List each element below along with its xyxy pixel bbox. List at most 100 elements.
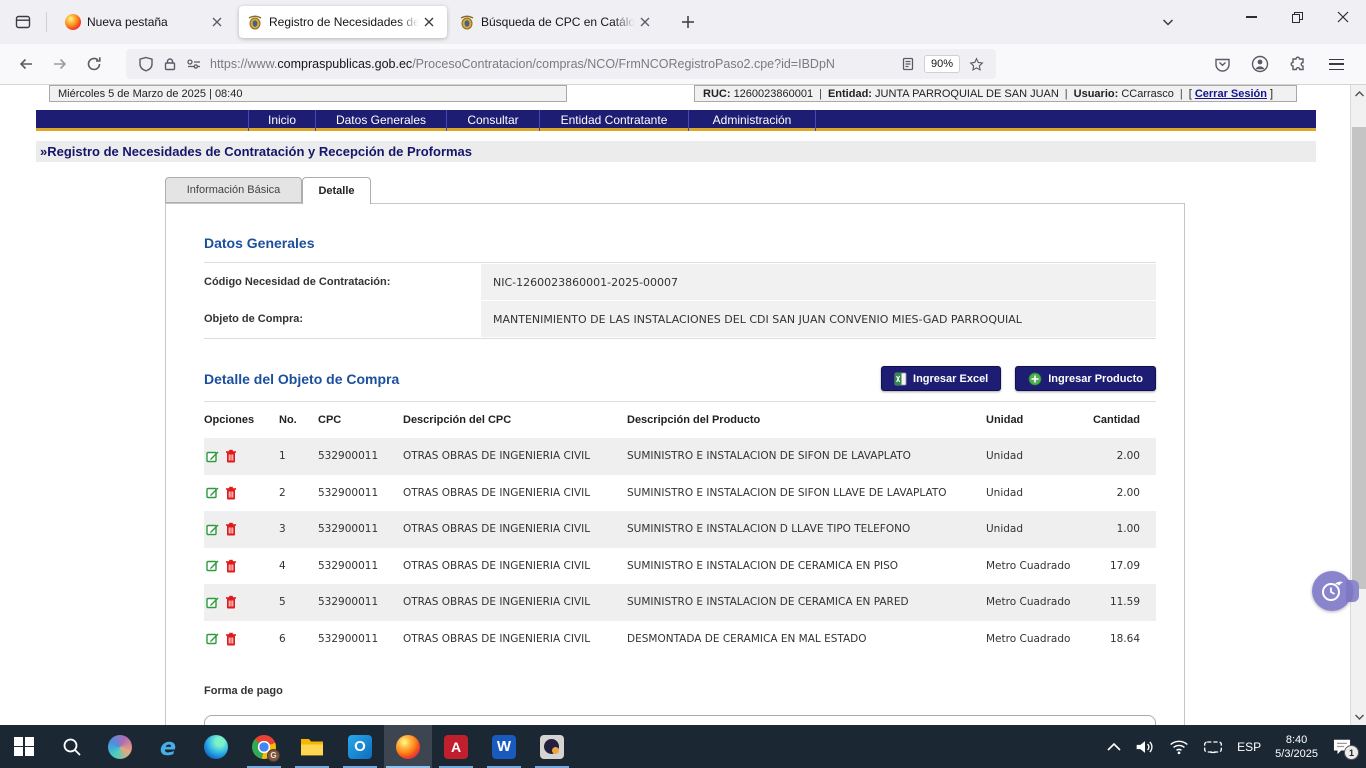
- browser-tab-bar: Nueva pestaña Registro de Necesidades de…: [0, 0, 1366, 44]
- url-path: /ProcesoContratacion/compras/NCO/FrmNCOR…: [412, 57, 835, 71]
- logout-link[interactable]: Cerrar Sesión: [1195, 88, 1267, 100]
- site-datetime: Miércoles 5 de Marzo de 2025 | 08:40: [58, 88, 242, 100]
- separator: |: [1065, 88, 1068, 100]
- cell-qty: 18.64: [1086, 633, 1156, 645]
- scrollbar-thumb[interactable]: [1352, 127, 1366, 589]
- speaker-icon[interactable]: [1135, 739, 1155, 755]
- search-icon[interactable]: [48, 725, 96, 768]
- extensions-icon[interactable]: [1284, 50, 1312, 78]
- menu-hamburger-icon[interactable]: [1322, 50, 1350, 78]
- scroll-down-arrow[interactable]: [1351, 708, 1366, 725]
- bracket-open: [: [1189, 88, 1192, 100]
- window-close-button[interactable]: [1320, 0, 1366, 34]
- tab-nueva-pestana[interactable]: Nueva pestaña: [57, 6, 235, 38]
- ingresar-excel-button[interactable]: Ingresar Excel: [881, 366, 1001, 391]
- delete-trash-icon[interactable]: [225, 559, 237, 573]
- menu-item-consultar[interactable]: Consultar: [447, 110, 539, 128]
- file-explorer-icon[interactable]: [288, 725, 336, 768]
- cell-unit: Metro Cuadrado: [986, 560, 1086, 572]
- ingresar-producto-button[interactable]: Ingresar Producto: [1015, 366, 1156, 391]
- new-tab-button[interactable]: [673, 7, 703, 37]
- scroll-up-arrow[interactable]: [1351, 85, 1366, 102]
- page-scrollbar[interactable]: [1350, 85, 1366, 725]
- zoom-level-chip[interactable]: 90%: [924, 55, 960, 73]
- tab-detalle[interactable]: Detalle: [302, 177, 371, 204]
- menu-item-datos-generales[interactable]: Datos Generales: [316, 110, 446, 128]
- menu-item-inicio[interactable]: Inicio: [249, 110, 315, 128]
- list-all-tabs-button[interactable]: [1152, 7, 1184, 37]
- clock-flame-icon[interactable]: [1312, 571, 1352, 611]
- tab-informacion-basica[interactable]: Información Básica: [165, 177, 302, 203]
- delete-trash-icon[interactable]: [225, 595, 237, 609]
- page-viewport: Miércoles 5 de Marzo de 2025 | 08:40 RUC…: [0, 85, 1366, 725]
- menu-item-entidad-contratante[interactable]: Entidad Contratante: [540, 110, 688, 128]
- firefox-view-icon[interactable]: [8, 7, 38, 37]
- tab-busqueda-cpc[interactable]: Búsqueda de CPC en Catálogo E: [451, 6, 663, 38]
- edit-icon[interactable]: [206, 450, 219, 463]
- cell-cpc-desc: OTRAS OBRAS DE INGENIERIA CIVIL: [403, 596, 627, 608]
- pocket-icon[interactable]: [1208, 50, 1236, 78]
- window-restore-button[interactable]: [1274, 0, 1320, 34]
- floating-timer-widget[interactable]: [1312, 571, 1358, 611]
- tray-chevron-up-icon[interactable]: [1107, 742, 1121, 751]
- edge-icon[interactable]: [192, 725, 240, 768]
- user-label: Usuario:: [1074, 88, 1119, 100]
- tab-close-icon[interactable]: [635, 12, 655, 32]
- lock-icon[interactable]: [158, 52, 182, 76]
- tray-clock[interactable]: 8:40 5/3/2025: [1275, 733, 1318, 761]
- acrobat-icon[interactable]: A: [432, 725, 480, 768]
- wifi-icon[interactable]: [1169, 739, 1189, 755]
- forward-button[interactable]: [44, 49, 76, 79]
- tab-registro-necesidades[interactable]: Registro de Necesidades de Co: [239, 6, 447, 38]
- url-bar[interactable]: https://www.compraspublicas.gob.ec/Proce…: [126, 49, 996, 79]
- copilot-icon[interactable]: [96, 725, 144, 768]
- delete-trash-icon[interactable]: [225, 632, 237, 646]
- row-options: [204, 522, 279, 536]
- delete-trash-icon[interactable]: [225, 449, 237, 463]
- outlook-icon[interactable]: O: [336, 725, 384, 768]
- cell-no: 4: [279, 560, 318, 572]
- permissions-icon[interactable]: [182, 52, 206, 76]
- edit-icon[interactable]: [206, 632, 219, 645]
- cell-no: 2: [279, 487, 318, 499]
- word-icon[interactable]: W: [480, 725, 528, 768]
- connect-display-icon[interactable]: [1203, 739, 1223, 755]
- account-icon[interactable]: [1246, 50, 1274, 78]
- forma-de-pago-box[interactable]: [204, 715, 1156, 725]
- row-options: [204, 595, 279, 609]
- cell-product: SUMINISTRO E INSTALACION D LLAVE TIPO TE…: [627, 523, 986, 535]
- tab-close-icon[interactable]: [419, 12, 439, 32]
- internet-explorer-icon[interactable]: e: [144, 725, 192, 768]
- delete-trash-icon[interactable]: [225, 486, 237, 500]
- tracking-shield-icon[interactable]: [134, 52, 158, 76]
- col-cpc: CPC: [318, 414, 403, 426]
- cell-product: DESMONTADA DE CERAMICA EN MAL ESTADO: [627, 633, 986, 645]
- bookmark-star-icon[interactable]: [964, 52, 988, 76]
- cell-cpc-desc: OTRAS OBRAS DE INGENIERIA CIVIL: [403, 450, 627, 462]
- edit-icon[interactable]: [206, 523, 219, 536]
- menu-item-administracion[interactable]: Administración: [689, 110, 815, 128]
- start-button[interactable]: [0, 725, 48, 768]
- edit-icon[interactable]: [206, 486, 219, 499]
- keyboard-language[interactable]: ESP: [1237, 740, 1261, 754]
- field-label: Código Necesidad de Contratación:: [204, 264, 481, 300]
- delete-trash-icon[interactable]: [225, 522, 237, 536]
- edit-icon[interactable]: [206, 596, 219, 609]
- firefox-taskbar-icon[interactable]: [384, 725, 432, 768]
- url-text: https://www.compraspublicas.gob.ec/Proce…: [210, 57, 896, 71]
- separator: |: [819, 88, 822, 100]
- edit-icon[interactable]: [206, 559, 219, 572]
- cell-product: SUMINISTRO E INSTALACION DE CERAMICA EN …: [627, 596, 986, 608]
- window-minimize-button[interactable]: [1228, 0, 1274, 34]
- notification-center-icon[interactable]: 1: [1332, 738, 1352, 755]
- forma-de-pago-label: Forma de pago: [204, 685, 1156, 697]
- cell-unit: Unidad: [986, 450, 1086, 462]
- tab-title: Nueva pestaña: [87, 15, 207, 29]
- reader-mode-icon[interactable]: [896, 52, 920, 76]
- back-button[interactable]: [10, 49, 42, 79]
- eclipse-icon[interactable]: [528, 725, 576, 768]
- tab-close-icon[interactable]: [207, 12, 227, 32]
- row-options: [204, 632, 279, 646]
- reload-button[interactable]: [78, 49, 110, 79]
- chrome-icon[interactable]: G: [240, 725, 288, 768]
